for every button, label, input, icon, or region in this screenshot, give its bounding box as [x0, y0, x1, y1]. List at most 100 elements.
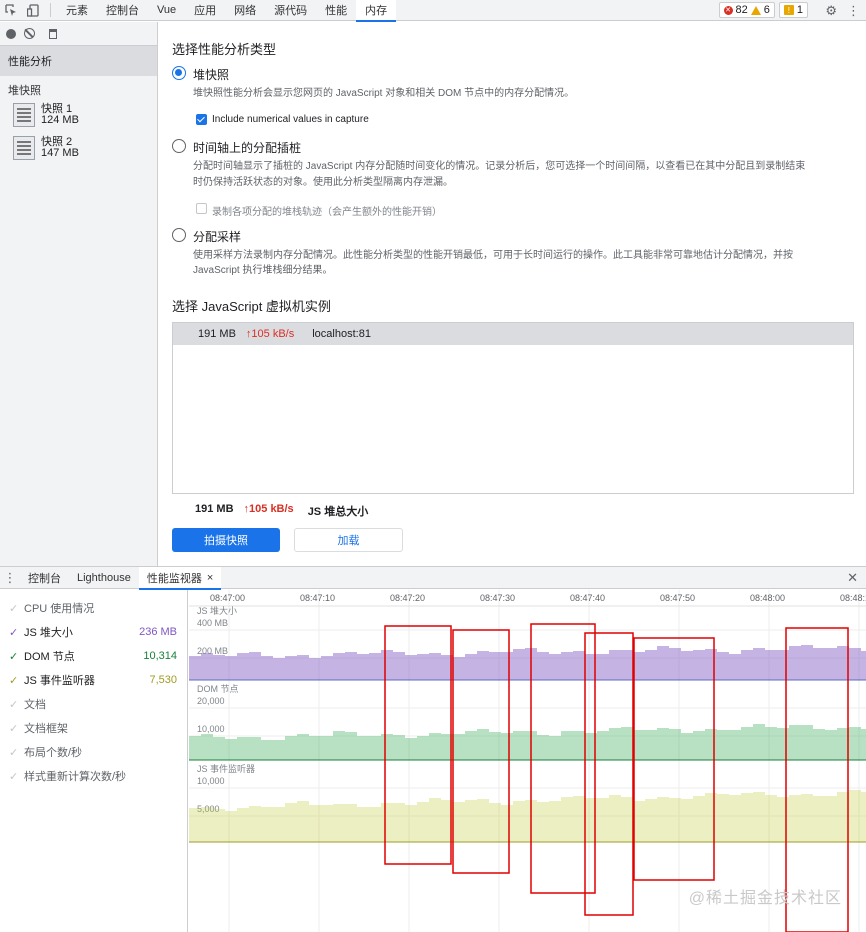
option-desc-heap-snapshot: 堆快照性能分析会显示您网页的 JavaScript 对象和相关 DOM 节点中的…: [193, 88, 575, 99]
tab-vue[interactable]: Vue: [148, 0, 185, 21]
vm-heap-size: 191 MB: [198, 328, 236, 340]
tab-console[interactable]: 控制台: [97, 0, 148, 21]
error-count: 82: [735, 4, 748, 16]
metric-row[interactable]: ✓ CPU 使用情况: [0, 596, 187, 620]
vm-instance-list: 191 MB ↑105 kB/s localhost:81: [172, 322, 854, 494]
issues-badge[interactable]: ! 1: [778, 2, 808, 18]
checkbox-record-stack[interactable]: [196, 203, 207, 214]
drawer-tab-lighthouse[interactable]: Lighthouse: [69, 567, 139, 589]
value-tick-label: 20,000: [197, 696, 225, 706]
option-desc-allocation-timeline: 分配时间轴显示了插桩的 JavaScript 内存分配随时间变化的情况。记录分析…: [193, 161, 806, 172]
tab-application[interactable]: 应用: [185, 0, 225, 21]
snapshot-size: 147 MB: [41, 146, 79, 159]
more-options-icon[interactable]: ⋮: [847, 3, 860, 19]
radio-allocation-timeline[interactable]: [172, 139, 186, 153]
metric-area: [189, 790, 866, 842]
total-heap-size: 191 MB: [195, 503, 234, 515]
tab-performance[interactable]: 性能: [316, 0, 356, 21]
metric-row[interactable]: ✓ JS 事件监听器 7,530: [0, 668, 187, 692]
unchecked-icon[interactable]: ✓: [9, 698, 18, 711]
time-label: 08:47:30: [480, 593, 515, 603]
issues-icon: !: [783, 5, 794, 15]
drawer-menu-icon[interactable]: ⋮: [0, 570, 20, 586]
value-tick-label: 10,000: [197, 724, 225, 734]
issues-count: 1: [796, 4, 803, 16]
metric-row[interactable]: ✓ DOM 节点 10,314: [0, 644, 187, 668]
close-drawer-icon[interactable]: ✕: [847, 570, 858, 586]
check-icon[interactable]: ✓: [9, 650, 18, 663]
sidebar-item-profiles[interactable]: 性能分析: [0, 46, 157, 76]
close-tab-icon[interactable]: ×: [207, 572, 213, 584]
drawer-tab-console[interactable]: 控制台: [20, 567, 69, 589]
unchecked-icon[interactable]: ✓: [9, 602, 18, 615]
pane-label: DOM 节点: [197, 684, 239, 694]
take-snapshot-button[interactable]: 拍摄快照: [172, 528, 280, 552]
metric-label: 布局个数/秒: [24, 747, 83, 759]
profiles-toolbar: [0, 22, 157, 46]
checkbox-numerical-values[interactable]: [196, 114, 207, 125]
drawer-tab-label: 性能监视器: [146, 572, 202, 585]
metric-label: 文档框架: [24, 723, 68, 735]
check-icon[interactable]: ✓: [9, 674, 18, 687]
metric-value: 10,314: [143, 650, 177, 662]
vm-section-title: 选择 JavaScript 虚拟机实例: [172, 299, 331, 314]
watermark: @稀土掘金技术社区: [688, 890, 842, 907]
metric-row[interactable]: ✓ 文档框架: [0, 716, 187, 740]
record-icon[interactable]: [6, 28, 16, 39]
page-title: 选择性能分析类型: [172, 42, 277, 57]
snapshot-size: 124 MB: [41, 113, 79, 126]
separator: [50, 3, 51, 17]
option-desc-allocation-timeline-2: 时仍保持活跃状态的对象。使用此分析类型隔离内存泄漏。: [193, 177, 453, 188]
tab-elements[interactable]: 元素: [57, 0, 97, 21]
total-heap-rate: ↑105 kB/s: [243, 503, 294, 515]
vm-instance-row[interactable]: 191 MB ↑105 kB/s localhost:81: [173, 323, 853, 345]
warning-icon: [750, 5, 761, 15]
monitor-metrics-list: ✓ CPU 使用情况 ✓ JS 堆大小 236 MB ✓ DOM 节点 10,314 ✓ JS 事…: [0, 590, 188, 932]
pane-label: JS 事件监听器: [197, 763, 255, 774]
metric-label: 样式重新计算次数/秒: [24, 771, 127, 783]
load-button[interactable]: 加载: [294, 528, 403, 552]
metric-row[interactable]: ✓ JS 堆大小 236 MB: [0, 620, 187, 644]
clear-icon[interactable]: [24, 28, 35, 39]
metric-label: 文档: [24, 699, 46, 711]
metric-label: JS 事件监听器: [24, 675, 95, 687]
metric-label: CPU 使用情况: [24, 603, 95, 615]
metric-label: JS 堆大小: [24, 627, 73, 639]
trash-icon[interactable]: [49, 28, 57, 39]
option-desc-allocation-sampling-2: JavaScript 执行堆栈细分结果。: [193, 265, 333, 276]
radio-allocation-sampling[interactable]: [172, 228, 186, 242]
gear-icon[interactable]: ⚙: [825, 3, 837, 19]
unchecked-icon[interactable]: ✓: [9, 770, 18, 783]
metric-row[interactable]: ✓ 样式重新计算次数/秒: [0, 764, 187, 788]
metric-label: DOM 节点: [24, 651, 75, 663]
option-title-heap-snapshot: 堆快照: [193, 68, 230, 82]
radio-heap-snapshot[interactable]: [172, 66, 186, 80]
metric-value: 7,530: [149, 674, 177, 686]
performance-monitor-chart: 08:47:00 08:47:10 08:47:20 08:47:30 08:47:40…: [189, 590, 866, 932]
tab-network[interactable]: 网络: [225, 0, 265, 21]
time-label: 08:48:00: [750, 593, 785, 603]
metric-row[interactable]: ✓ 文档: [0, 692, 187, 716]
snapshot-name: 快照 2: [41, 135, 73, 148]
snapshot-item[interactable]: 快照 1 124 MB: [0, 98, 157, 131]
unchecked-icon[interactable]: ✓: [9, 722, 18, 735]
metric-row[interactable]: ✓ 布局个数/秒: [0, 740, 187, 764]
vm-heap-rate: ↑105 kB/s: [245, 328, 295, 340]
drawer-tab-performance-monitor[interactable]: 性能监视器 ×: [138, 566, 222, 590]
check-icon[interactable]: ✓: [9, 626, 18, 639]
inspect-element-icon[interactable]: [0, 0, 22, 21]
drawer-tabbar: ⋮ 控制台 Lighthouse 性能监视器 × ✕: [0, 566, 866, 590]
device-toolbar-icon[interactable]: [22, 0, 44, 21]
time-label: 08:47:10: [300, 593, 335, 603]
console-counts-badge[interactable]: ✕ 82 6: [718, 2, 775, 18]
unchecked-icon[interactable]: ✓: [9, 746, 18, 759]
pane-label: JS 堆大小: [197, 605, 237, 616]
tab-sources[interactable]: 源代码: [265, 0, 316, 21]
checkbox-record-stack-label: 录制各项分配的堆栈轨迹（会产生额外的性能开销）: [212, 207, 442, 218]
snapshot-item[interactable]: 快照 2 147 MB: [0, 131, 157, 164]
snapshot-name: 快照 1: [41, 102, 73, 115]
time-label: 08:47:20: [390, 593, 425, 603]
tab-memory[interactable]: 内存: [356, 0, 397, 22]
issue-counters: ✕ 82 6 ! 1: [718, 2, 808, 18]
checkbox-numerical-label: Include numerical values in capture: [212, 114, 369, 125]
